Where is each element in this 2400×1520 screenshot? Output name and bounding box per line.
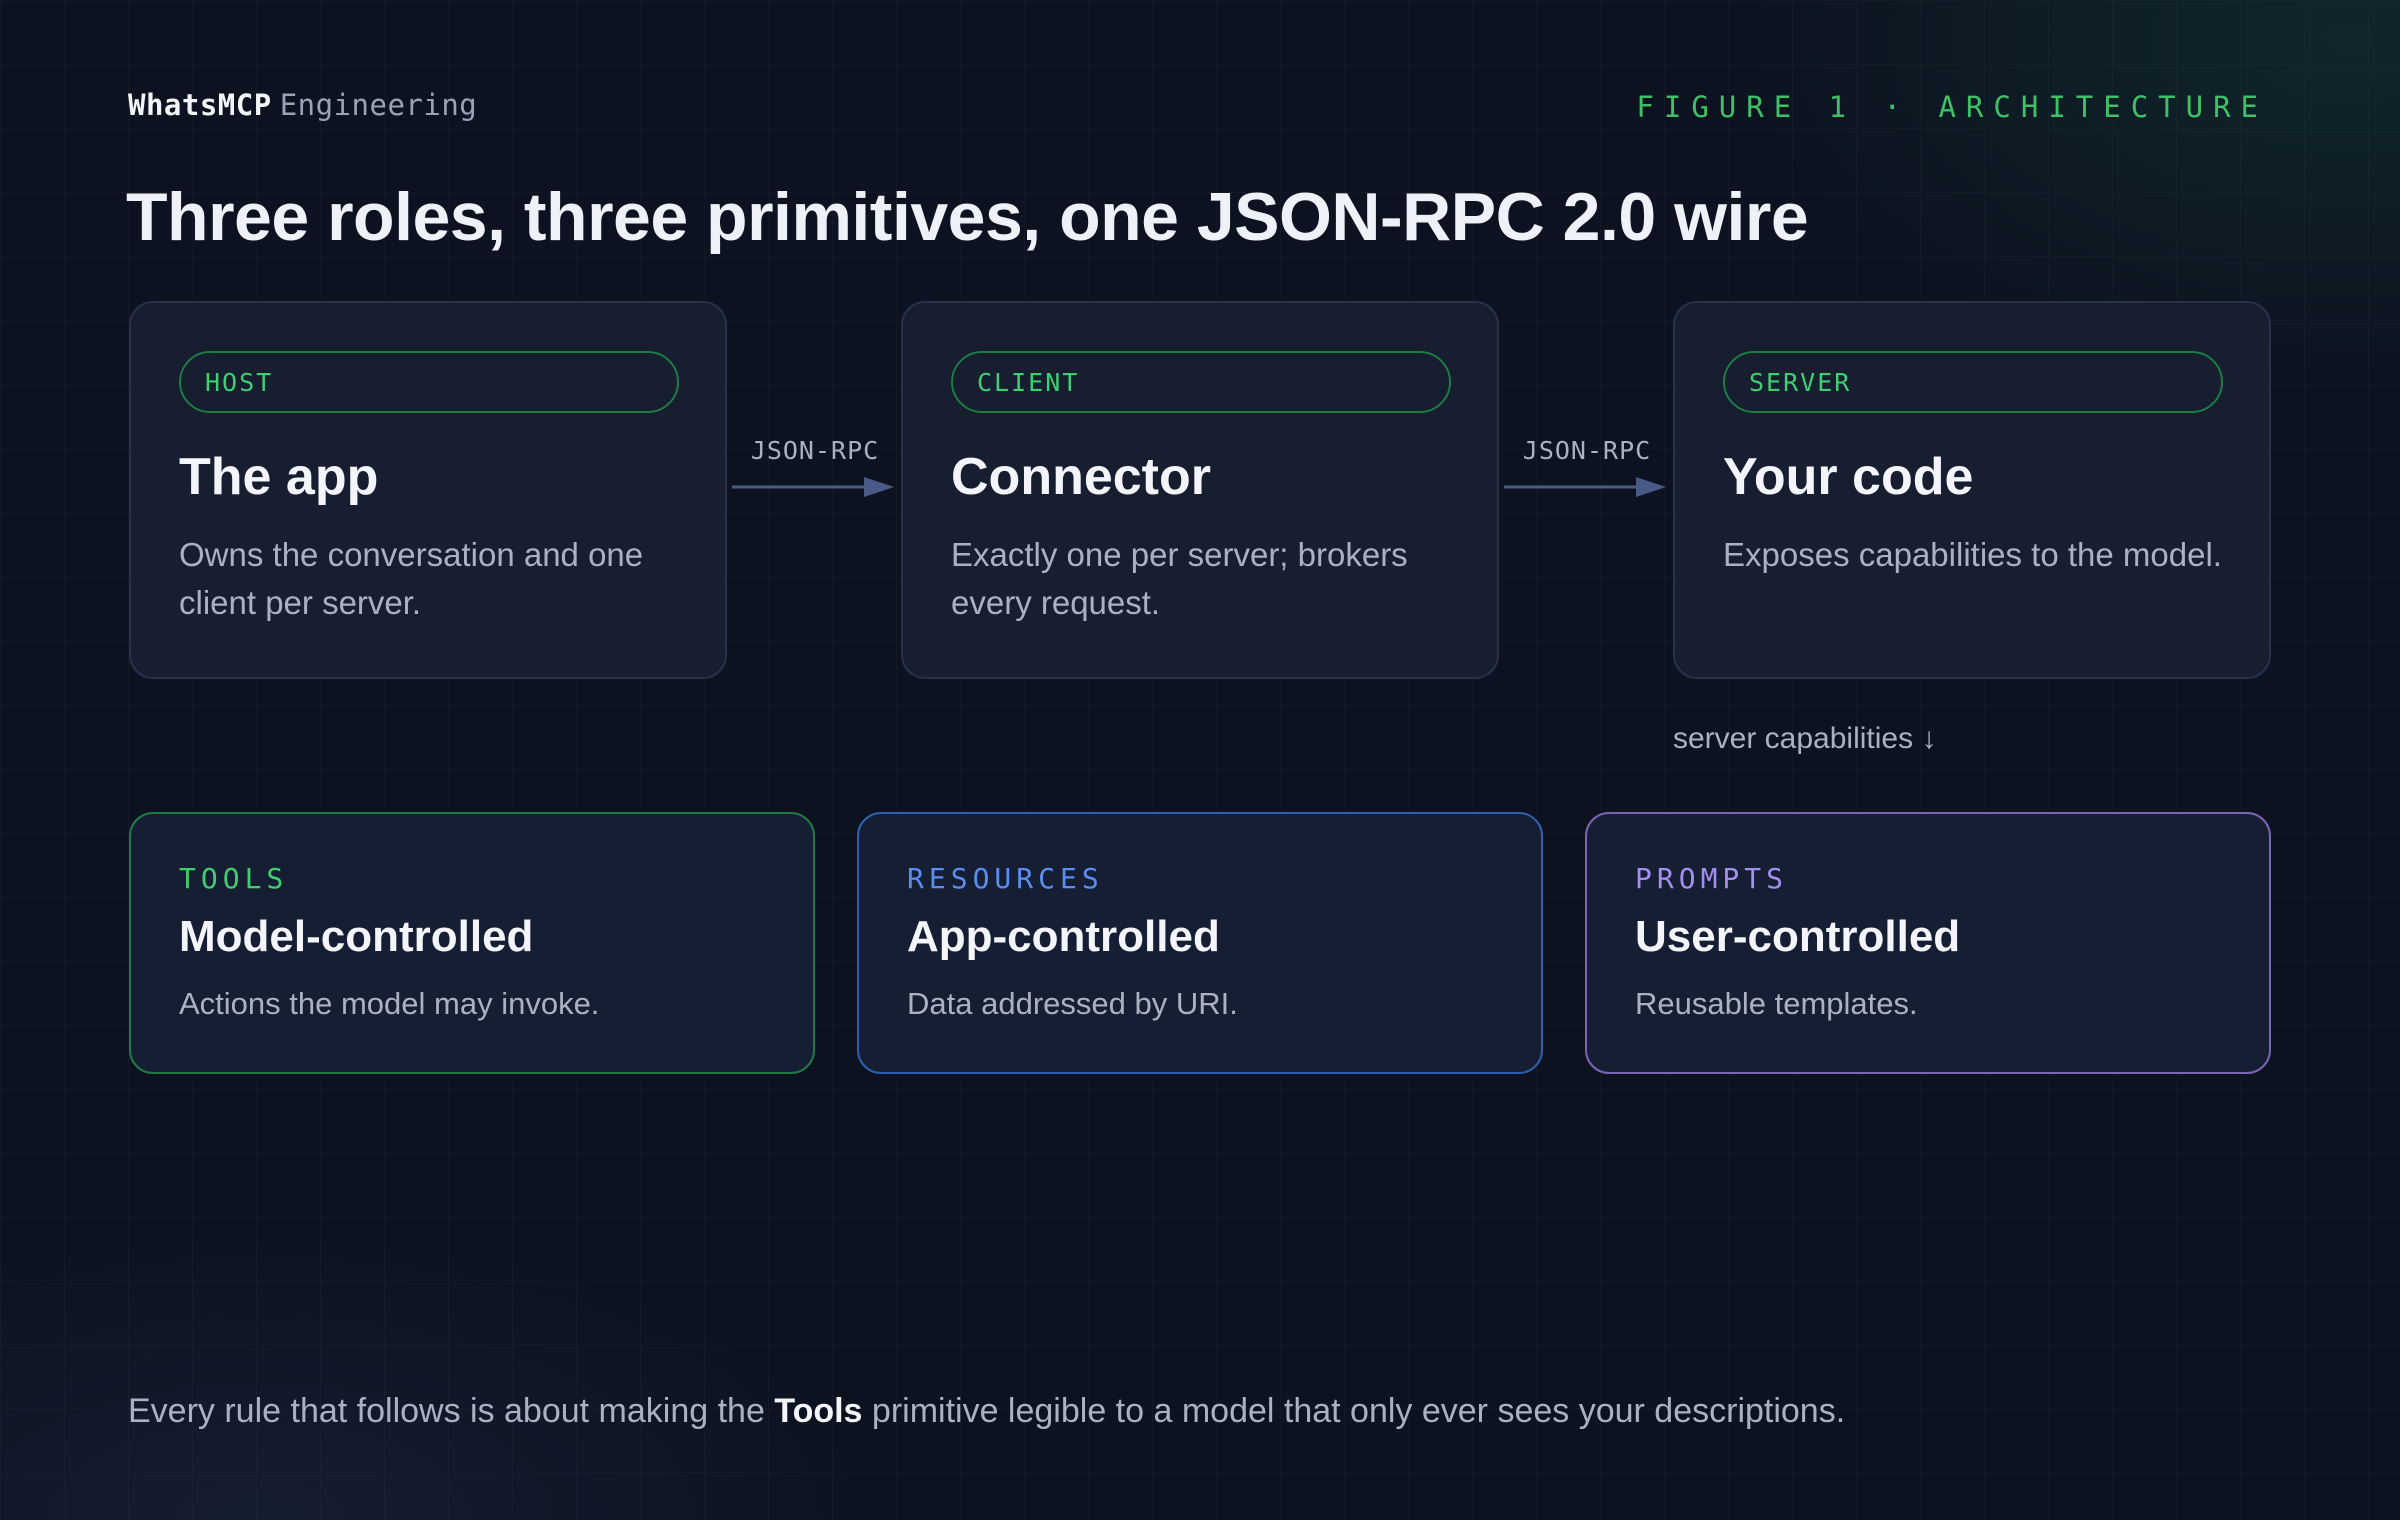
primitive-card-resources: RESOURCES App-controlled Data addressed … bbox=[857, 812, 1543, 1074]
primitive-card-tools: TOOLS Model-controlled Actions the model… bbox=[129, 812, 815, 1074]
role-description-server: Exposes capabilities to the model. bbox=[1723, 536, 2222, 573]
page-title: Three roles, three primitives, one JSON-… bbox=[126, 179, 1809, 255]
brand-name: WhatsMCP bbox=[128, 88, 272, 122]
connector-client-server: JSON-RPC bbox=[1502, 436, 1672, 506]
primitive-card-prompts: PROMPTS User-controlled Reusable templat… bbox=[1585, 812, 2271, 1074]
connector-label: JSON-RPC bbox=[1522, 436, 1652, 465]
role-title-server: Your code bbox=[1723, 448, 1974, 506]
role-card-server: SERVER Your code Exposes capabilities to… bbox=[1673, 301, 2271, 679]
primitive-title-resources: App-controlled bbox=[907, 912, 1220, 961]
role-description-host: Owns the conversation and one client per… bbox=[179, 536, 644, 621]
primitive-title-tools: Model-controlled bbox=[179, 912, 534, 961]
primitive-tag-tools: TOOLS bbox=[179, 862, 289, 895]
role-tag-server: SERVER bbox=[1723, 351, 2223, 413]
role-card-host: HOST The app Owns the conversation and o… bbox=[129, 301, 727, 679]
primitive-description-tools: Actions the model may invoke. bbox=[179, 986, 600, 1021]
footer-emphasis: Tools bbox=[774, 1392, 863, 1430]
role-title-host: The app bbox=[179, 448, 379, 506]
role-card-client: CLIENT Connector Exactly one per server;… bbox=[901, 301, 1499, 679]
brand-subtitle: Engineering bbox=[279, 88, 478, 122]
primitive-description-prompts: Reusable templates. bbox=[1635, 986, 1918, 1021]
arrow-right-icon bbox=[1504, 477, 1666, 497]
role-tag-client: CLIENT bbox=[951, 351, 1451, 413]
role-title-client: Connector bbox=[951, 448, 1211, 506]
connector-host-client: JSON-RPC bbox=[730, 436, 900, 506]
figure-label: FIGURE 1 · ARCHITECTURE bbox=[1636, 90, 2268, 124]
connector-label: JSON-RPC bbox=[750, 436, 880, 465]
footer-note: Every rule that follows is about making … bbox=[128, 1392, 1845, 1431]
footer-text-before: Every rule that follows is about making … bbox=[128, 1392, 775, 1430]
server-capabilities-note: server capabilities ↓ bbox=[1673, 722, 1937, 755]
primitive-tag-resources: RESOURCES bbox=[907, 862, 1104, 895]
footer-text-after: primitive legible to a model that only e… bbox=[862, 1392, 1846, 1430]
arrow-right-icon bbox=[732, 477, 894, 497]
primitive-description-resources: Data addressed by URI. bbox=[907, 986, 1238, 1021]
role-tag-host: HOST bbox=[179, 351, 679, 413]
primitive-tag-prompts: PROMPTS bbox=[1635, 862, 1789, 895]
primitive-title-prompts: User-controlled bbox=[1635, 912, 1961, 961]
role-description-client: Exactly one per server; brokers every re… bbox=[951, 536, 1408, 621]
brand: WhatsMCP Engineering bbox=[128, 88, 477, 122]
